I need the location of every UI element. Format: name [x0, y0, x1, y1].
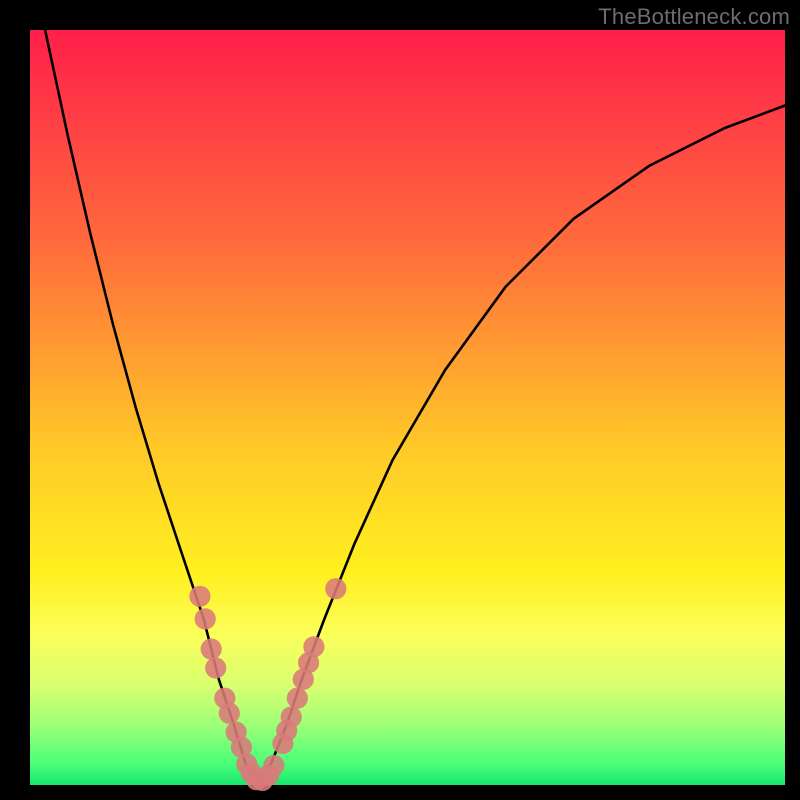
plot-area: [30, 30, 785, 785]
chart-svg: [30, 30, 785, 785]
chart-frame: TheBottleneck.com: [0, 0, 800, 800]
watermark-text: TheBottleneck.com: [598, 4, 790, 30]
data-point: [201, 639, 222, 660]
data-point: [263, 755, 284, 776]
data-point: [325, 578, 346, 599]
data-point: [219, 703, 240, 724]
data-point: [303, 636, 324, 657]
data-point: [287, 688, 308, 709]
bottleneck-curve: [45, 30, 785, 785]
data-point: [281, 706, 302, 727]
data-point: [189, 586, 210, 607]
data-point: [205, 657, 226, 678]
data-points-group: [189, 578, 346, 791]
data-point: [195, 608, 216, 629]
